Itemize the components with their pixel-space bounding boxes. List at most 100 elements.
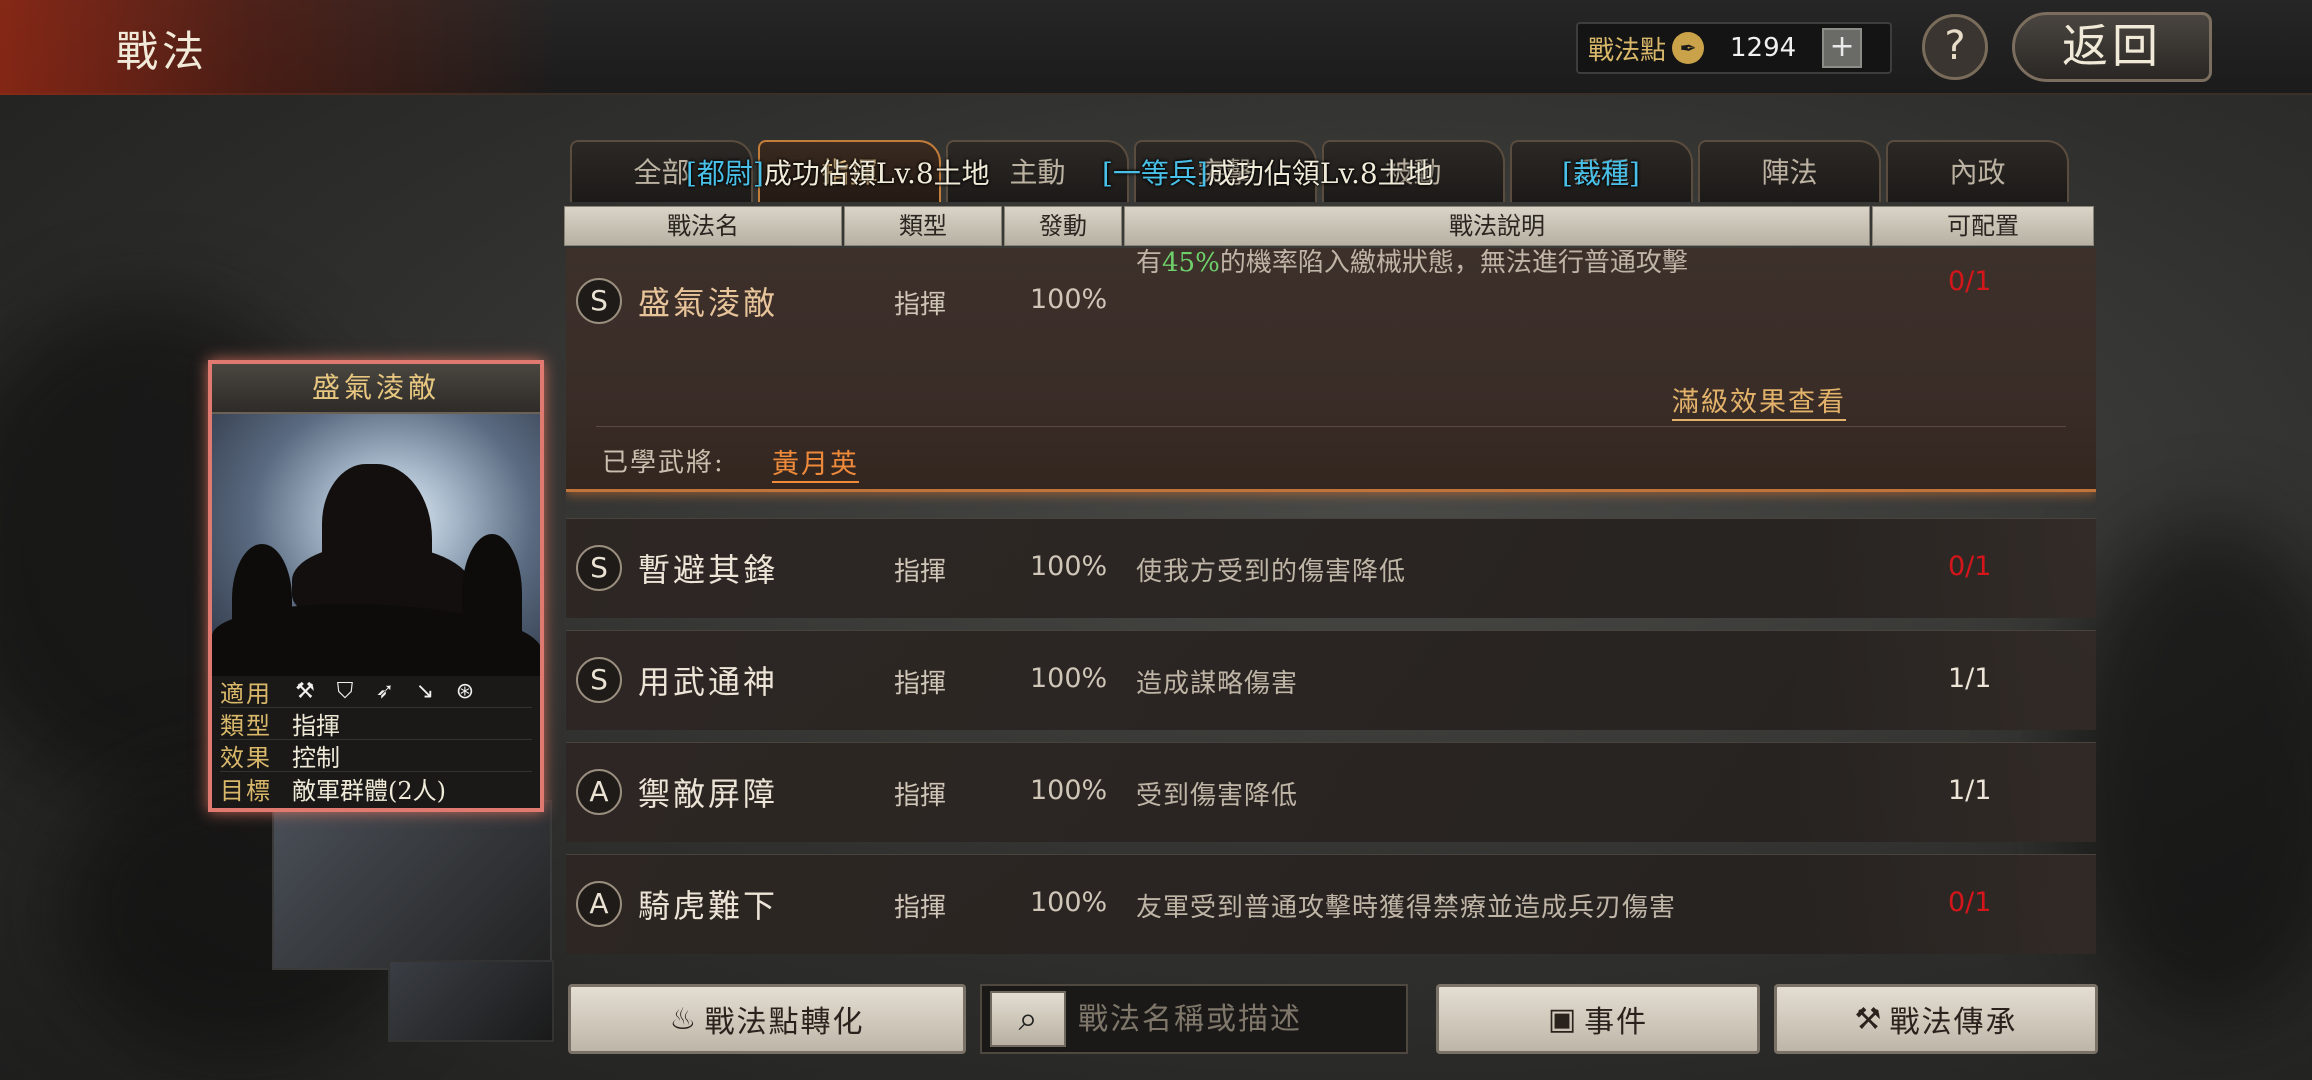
tactic-name: 騎虎難下: [638, 887, 779, 925]
tactic-type: 指揮: [894, 669, 947, 699]
page-title: 戰法: [116, 27, 209, 76]
card-applicable-row: 適用 ⚒ ⛉ ➶ ↘ ⊛: [220, 676, 532, 708]
hammer-icon: ⚒: [1854, 1001, 1884, 1037]
card-type-value: 指揮: [292, 712, 340, 740]
tactic-row[interactable]: A 禦敵屏障 指揮 100% 受到傷害降低 1/1: [566, 742, 2096, 842]
tactic-description: 受到傷害降低: [1136, 781, 1299, 811]
card-artwork: [212, 414, 540, 676]
header-glow: [0, 0, 560, 95]
tactic-type: 指揮: [894, 781, 947, 811]
header-bar: 戰法 戰法點 ✒ 1294 + ? 返回: [0, 0, 2312, 95]
tactic-type: 指揮: [894, 290, 947, 320]
event-button[interactable]: ▣ 事件: [1436, 984, 1760, 1054]
tactic-row[interactable]: S 用武通神 指揮 100% 造成謀略傷害 1/1: [566, 630, 2096, 730]
tactic-points-value: 1294: [1730, 33, 1797, 63]
column-header-name[interactable]: 戰法名: [564, 206, 842, 246]
tactic-row[interactable]: S 暫避其鋒 指揮 100% 使我方受到的傷害降低 0/1: [566, 518, 2096, 618]
grade-badge: A: [576, 769, 622, 815]
full-level-effect-link[interactable]: 滿級效果查看: [1672, 380, 1846, 421]
notification-text-3: [裁種]: [1562, 152, 1640, 192]
card-info: 適用 ⚒ ⛉ ➶ ↘ ⊛ 類型 指揮 效果 控制 目標 敵軍群體(2人): [212, 676, 540, 805]
convert-points-button[interactable]: ♨ 戰法點轉化: [568, 984, 966, 1054]
card-type-row: 類型 指揮: [220, 708, 532, 740]
card-effect-value: 控制: [292, 744, 340, 772]
card-target-label: 目標: [220, 776, 272, 805]
tactic-type: 指揮: [894, 893, 947, 923]
tactic-rate: 100%: [1030, 775, 1108, 806]
tactic-name: 用武通神: [638, 663, 779, 701]
tactic-points-label: 戰法點: [1588, 35, 1667, 66]
book-icon: ▣: [1547, 1001, 1579, 1037]
spear-icon: ↘: [415, 678, 435, 704]
tactic-config-count: 0/1: [1948, 887, 1992, 918]
notification-message: 成功佔領Lv.8土地: [763, 157, 990, 190]
grade-badge: A: [576, 881, 622, 927]
flame-icon: ♨: [669, 1001, 699, 1037]
card-type-label: 類型: [220, 712, 272, 740]
search-box: ⌕: [980, 984, 1408, 1054]
tactic-row-expanded[interactable]: 有45%的機率陷入繳械狀態，無法進行普通攻擊 S 盛氣淩敵 指揮 100% 0/…: [566, 248, 2096, 492]
tactic-config-count: 1/1: [1948, 663, 1992, 694]
tab-formation[interactable]: 陣法: [1698, 140, 1881, 202]
tab-domestic[interactable]: 內政: [1886, 140, 2069, 202]
notification-text-1: [都尉]成功佔領Lv.8土地: [686, 152, 990, 192]
tactic-description: 使我方受到的傷害降低: [1136, 557, 1407, 587]
shield-icon: ⛉: [336, 678, 354, 704]
tactic-rate: 100%: [1030, 663, 1108, 694]
tactic-config-count: 0/1: [1948, 266, 1992, 297]
notification-text-2: [一等兵]成功佔領Lv.8土地: [1102, 152, 1434, 192]
event-label: 事件: [1584, 1005, 1649, 1040]
description-text: 的機率陷入繳械狀態，無法進行普通攻擊: [1219, 248, 1688, 278]
card-title: 盛氣淩敵: [212, 364, 540, 414]
card-target-value: 敵軍群體(2人): [292, 776, 446, 805]
inherit-tactic-label: 戰法傳承: [1889, 1005, 2018, 1040]
tactic-description: 友軍受到普通攻擊時獲得禁療並造成兵刃傷害: [1136, 893, 1677, 923]
inherit-tactic-button[interactable]: ⚒ 戰法傳承: [1774, 984, 2098, 1054]
column-header-rate[interactable]: 發動: [1004, 206, 1122, 246]
bow-icon: ➶: [375, 678, 395, 704]
tactic-name: 盛氣淩敵: [638, 284, 779, 322]
card-target-row: 目標 敵軍群體(2人): [220, 772, 532, 805]
column-header-description: 戰法說明: [1124, 206, 1870, 246]
tactic-rate: 100%: [1030, 887, 1108, 918]
tactic-config-count: 0/1: [1948, 551, 1992, 582]
tactic-row[interactable]: A 騎虎難下 指揮 100% 友軍受到普通攻擊時獲得禁療並造成兵刃傷害 0/1: [566, 854, 2096, 954]
help-button[interactable]: ?: [1922, 14, 1988, 80]
tactic-description: 有45%的機率陷入繳械狀態，無法進行普通攻擊: [1136, 248, 1688, 279]
tactic-points-display: 戰法點 ✒ 1294 +: [1576, 22, 1892, 74]
background-ink: [2060, 520, 2312, 1020]
grade-badge: S: [576, 657, 622, 703]
notification-tag: [一等兵]: [1102, 157, 1208, 190]
wheel-icon: ⊛: [455, 678, 475, 704]
tactic-description: 造成謀略傷害: [1136, 669, 1299, 699]
card-effect-label: 效果: [220, 744, 272, 772]
card-effect-row: 效果 控制: [220, 740, 532, 772]
search-input[interactable]: [1078, 1001, 1398, 1037]
description-highlight: 45%: [1162, 248, 1220, 278]
tactic-detail-card[interactable]: 盛氣淩敵 適用 ⚒ ⛉ ➶ ↘ ⊛ 類型 指揮 效果 控制 目標 敵軍群體(2人…: [208, 360, 544, 812]
back-button[interactable]: 返回: [2012, 12, 2212, 82]
description-text: 有: [1136, 248, 1163, 278]
quill-icon: ✒: [1672, 32, 1705, 64]
card-applicable-label: 適用: [220, 680, 272, 708]
convert-points-label: 戰法點轉化: [704, 1005, 865, 1040]
notification-tag: [裁種]: [1562, 157, 1640, 190]
tactic-rate: 100%: [1030, 551, 1108, 582]
column-header-config[interactable]: 可配置: [1872, 206, 2094, 246]
grade-badge: S: [576, 545, 622, 591]
tactic-name: 禦敵屏障: [638, 775, 779, 813]
category-tabs: 全部 指揮 主動 突擊 被動 兵種 陣法 內政 [都尉]成功佔領Lv.8土地 […: [570, 138, 2080, 204]
column-header-type[interactable]: 類型: [844, 206, 1002, 246]
add-points-button[interactable]: +: [1822, 28, 1863, 68]
axe-icon: ⚒: [295, 678, 315, 704]
card-stack-back: [272, 800, 552, 970]
learned-generals-label: 已學武將:: [602, 448, 725, 478]
tactic-rate: 100%: [1030, 284, 1108, 315]
learned-general-link[interactable]: 黃月英: [772, 442, 859, 483]
card-stack-back: [388, 960, 554, 1042]
divider: [596, 426, 2066, 427]
search-icon[interactable]: ⌕: [990, 991, 1066, 1047]
tactic-list[interactable]: 有45%的機率陷入繳械狀態，無法進行普通攻擊 S 盛氣淩敵 指揮 100% 0/…: [566, 248, 2096, 960]
grade-badge: S: [576, 278, 622, 324]
notification-tag: [都尉]: [686, 157, 764, 190]
